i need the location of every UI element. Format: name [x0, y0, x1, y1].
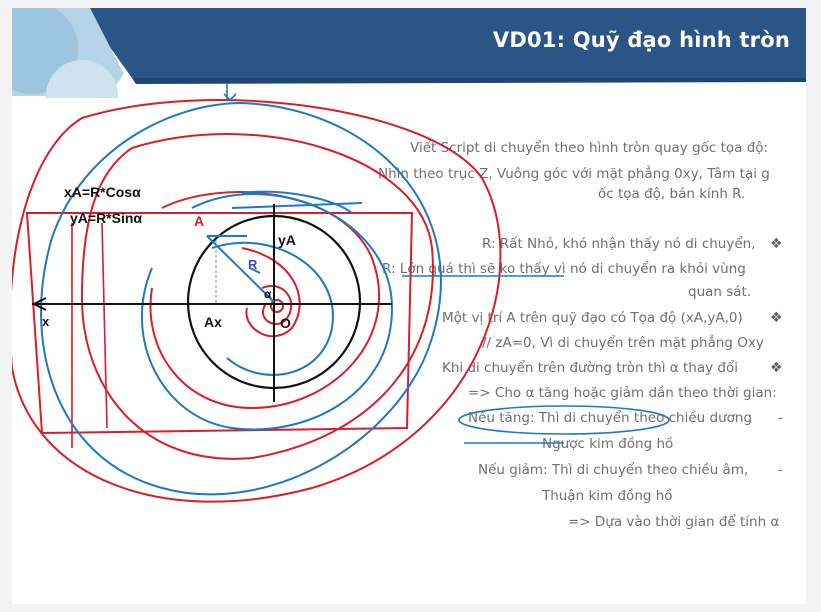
xa-formula: xA=R*Cosα: [64, 184, 141, 200]
ya-formula: yA=R*Sinα: [70, 210, 143, 226]
point-a-label: A: [194, 213, 205, 229]
ya-axis-label: yA: [278, 232, 296, 248]
slide: VD01: Quỹ đạo hình tròn Viết Script di c…: [12, 8, 806, 604]
x-axis-label: x: [42, 314, 50, 329]
angle-label: α: [264, 287, 272, 301]
origin-label: O: [280, 315, 291, 331]
xa-axis-label: Ax: [204, 314, 222, 330]
ink-annotations: [12, 83, 670, 503]
radius-label: R: [248, 257, 258, 272]
screen-frame: VD01: Quỹ đạo hình tròn Viết Script di c…: [0, 0, 821, 612]
